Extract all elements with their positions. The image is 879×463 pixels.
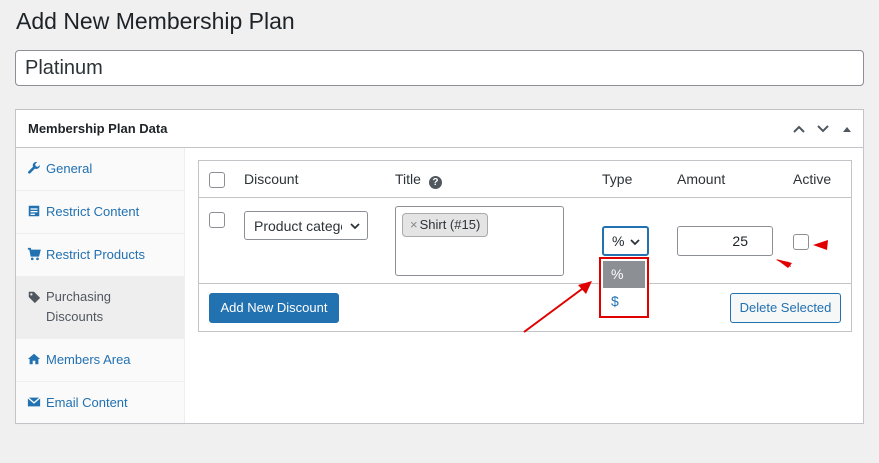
toggle-panel-button[interactable]	[837, 119, 857, 139]
amount-type-select[interactable]: %	[602, 226, 649, 256]
tag-icon	[28, 291, 41, 304]
discounts-table-header: Discount Title? Type Amount Active	[199, 161, 851, 198]
plan-title-input[interactable]: Platinum	[15, 50, 864, 86]
chevron-up-icon	[793, 125, 805, 133]
chevron-down-icon	[817, 125, 829, 133]
tab-general[interactable]: General	[16, 148, 184, 191]
type-option-dollar[interactable]: $	[601, 288, 647, 315]
tab-label: Restrict Products	[46, 247, 145, 262]
amount-input[interactable]: 25	[677, 226, 773, 256]
active-checkbox[interactable]	[793, 234, 809, 250]
page-title: Add New Membership Plan	[16, 8, 295, 34]
tab-label: Members Area	[46, 352, 131, 367]
divider	[199, 283, 851, 284]
type-dropdown-menu: % $	[599, 257, 649, 318]
tab-restrict-content[interactable]: Restrict Content	[16, 191, 184, 234]
tab-purchasing-discounts[interactable]: Purchasing Discounts	[16, 277, 184, 339]
delete-selected-button[interactable]: Delete Selected	[730, 293, 841, 323]
product-tag: × Shirt (#15)	[402, 213, 489, 237]
tab-label: General	[46, 161, 93, 176]
tab-email-content[interactable]: Email Content	[16, 382, 184, 425]
type-select-value: %	[612, 233, 625, 249]
tab-label: Email Content	[46, 395, 128, 410]
move-up-button[interactable]	[789, 119, 809, 139]
plan-data-tabs: General Restrict Content Restrict Produc…	[16, 148, 185, 425]
caret-up-icon	[843, 127, 851, 132]
metabox-handle-buttons	[789, 119, 857, 139]
document-icon	[28, 205, 40, 217]
discounts-panel: Discount Title? Type Amount Active Produ…	[198, 160, 852, 332]
home-icon	[27, 353, 41, 365]
discount-type-select[interactable]: Product categories	[244, 211, 368, 240]
header-title: Title?	[395, 171, 442, 189]
tab-label: Restrict Content	[46, 204, 140, 219]
header-amount: Amount	[677, 171, 726, 187]
move-down-button[interactable]	[813, 119, 833, 139]
tab-restrict-products[interactable]: Restrict Products	[16, 234, 184, 277]
header-active: Active	[793, 171, 832, 187]
title-products-field[interactable]: × Shirt (#15)	[395, 206, 564, 276]
remove-tag-icon[interactable]: ×	[410, 217, 418, 232]
wrench-icon	[28, 161, 40, 174]
chevron-down-icon	[630, 239, 640, 246]
header-discount: Discount	[244, 171, 299, 187]
select-all-checkbox[interactable]	[209, 172, 225, 188]
help-icon[interactable]: ?	[428, 176, 442, 189]
header-title-label: Title	[395, 171, 421, 187]
email-icon	[27, 397, 41, 407]
tab-members-area[interactable]: Members Area	[16, 339, 184, 382]
chevron-down-icon	[350, 223, 360, 230]
tab-label: Purchasing Discounts	[46, 289, 112, 324]
metabox-title: Membership Plan Data	[28, 121, 168, 136]
membership-plan-data-metabox: Membership Plan Data General Restrict Co…	[15, 109, 864, 425]
header-type: Type	[602, 171, 633, 187]
discount-select-value: Product categories	[254, 218, 342, 234]
cart-icon	[27, 247, 41, 261]
row-select-checkbox[interactable]	[209, 212, 225, 228]
type-option-percent[interactable]: %	[603, 261, 645, 288]
add-new-discount-button[interactable]: Add New Discount	[209, 293, 339, 323]
metabox-header: Membership Plan Data	[16, 110, 863, 148]
product-tag-label: Shirt (#15)	[419, 217, 481, 232]
